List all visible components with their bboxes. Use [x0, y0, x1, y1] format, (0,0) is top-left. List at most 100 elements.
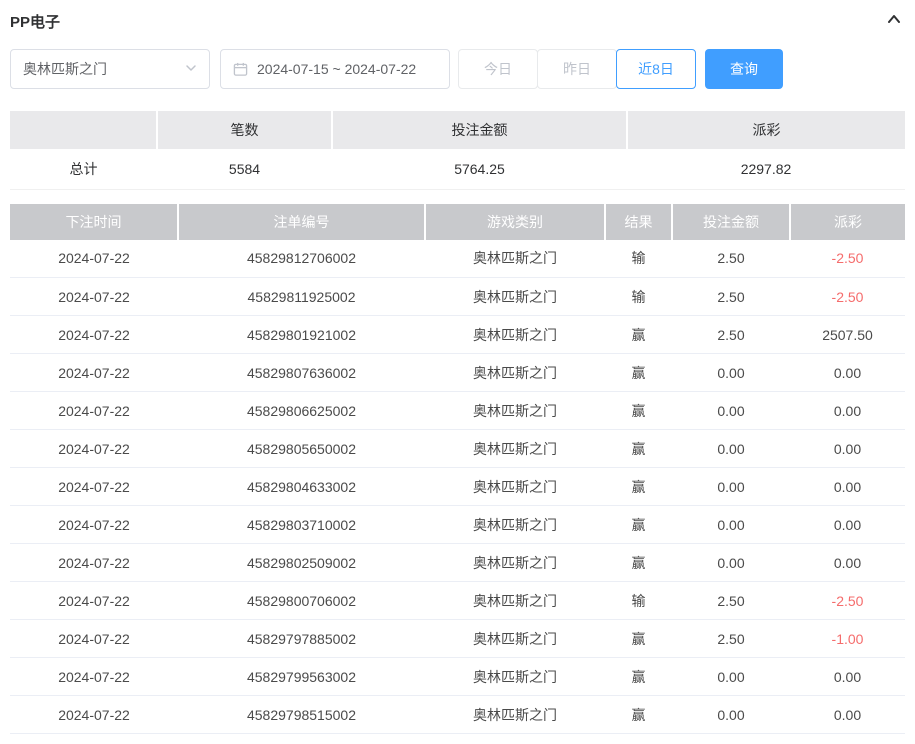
chevron-up-icon	[885, 10, 903, 33]
summary-header-empty	[10, 111, 157, 149]
summary-table: 笔数 投注金额 派彩 总计 5584 5764.25 2297.82	[10, 111, 905, 190]
table-row: 2024-07-22 45829802509002 奥林匹斯之门 赢 0.00 …	[10, 544, 905, 582]
payout-cell: 0.00	[790, 696, 905, 734]
result-cell: 赢	[605, 506, 672, 544]
bet-date-cell: 2024-07-22	[10, 468, 178, 506]
game-category-cell: 奥林匹斯之门	[425, 582, 605, 620]
summary-total-row: 总计 5584 5764.25 2297.82	[10, 149, 905, 189]
header-result: 结果	[605, 204, 672, 240]
payout-cell: 0.00	[790, 468, 905, 506]
bet-date-cell: 2024-07-22	[10, 582, 178, 620]
game-category-cell: 奥林匹斯之门	[425, 240, 605, 278]
collapse-button[interactable]	[883, 8, 905, 35]
bet-amount-cell: 2.50	[672, 582, 790, 620]
table-row: 2024-07-22 45829803710002 奥林匹斯之门 赢 0.00 …	[10, 506, 905, 544]
payout-cell: 0.00	[790, 430, 905, 468]
bet-amount-cell: 0.00	[672, 696, 790, 734]
game-category-cell: 奥林匹斯之门	[425, 544, 605, 582]
order-id-cell: 45829812706002	[178, 240, 425, 278]
header-bet-amount: 投注金额	[672, 204, 790, 240]
bet-date-cell: 2024-07-22	[10, 392, 178, 430]
table-row: 2024-07-22 45829804633002 奥林匹斯之门 赢 0.00 …	[10, 468, 905, 506]
result-cell: 赢	[605, 544, 672, 582]
result-cell: 赢	[605, 468, 672, 506]
result-cell: 赢	[605, 658, 672, 696]
game-category-cell: 奥林匹斯之门	[425, 696, 605, 734]
page-title: PP电子	[10, 11, 60, 32]
result-cell: 输	[605, 278, 672, 316]
summary-bet-amount-value: 5764.25	[332, 149, 627, 189]
result-cell: 赢	[605, 620, 672, 658]
payout-cell: 0.00	[790, 354, 905, 392]
order-id-cell: 45829807636002	[178, 354, 425, 392]
summary-header-bet-amount: 投注金额	[332, 111, 627, 149]
bet-amount-cell: 0.00	[672, 658, 790, 696]
order-id-cell: 45829804633002	[178, 468, 425, 506]
table-row: 2024-07-22 45829811925002 奥林匹斯之门 输 2.50 …	[10, 278, 905, 316]
payout-cell: -2.50	[790, 240, 905, 278]
table-row: 2024-07-22 45829812706002 奥林匹斯之门 输 2.50 …	[10, 240, 905, 278]
bet-amount-cell: 2.50	[672, 278, 790, 316]
today-button[interactable]: 今日	[458, 49, 538, 89]
bet-amount-cell: 0.00	[672, 392, 790, 430]
date-range-input[interactable]: 2024-07-15 ~ 2024-07-22	[220, 49, 450, 89]
table-row: 2024-07-22 45829800706002 奥林匹斯之门 输 2.50 …	[10, 582, 905, 620]
table-row: 2024-07-22 45829806625002 奥林匹斯之门 赢 0.00 …	[10, 392, 905, 430]
summary-header-row: 笔数 投注金额 派彩	[10, 111, 905, 149]
order-id-cell: 45829806625002	[178, 392, 425, 430]
payout-cell: -1.00	[790, 620, 905, 658]
game-category-cell: 奥林匹斯之门	[425, 316, 605, 354]
bet-date-cell: 2024-07-22	[10, 544, 178, 582]
bet-amount-cell: 0.00	[672, 354, 790, 392]
game-select[interactable]: 奥林匹斯之门	[10, 49, 210, 89]
summary-header-count: 笔数	[157, 111, 332, 149]
game-category-cell: 奥林匹斯之门	[425, 620, 605, 658]
summary-payout-value: 2297.82	[627, 149, 905, 189]
bet-date-cell: 2024-07-22	[10, 696, 178, 734]
result-cell: 赢	[605, 392, 672, 430]
payout-cell: -2.50	[790, 582, 905, 620]
order-id-cell: 45829800706002	[178, 582, 425, 620]
bet-date-cell: 2024-07-22	[10, 278, 178, 316]
summary-count-value: 5584	[157, 149, 332, 189]
bet-amount-cell: 2.50	[672, 240, 790, 278]
last-8-days-button[interactable]: 近8日	[616, 49, 696, 89]
bet-date-cell: 2024-07-22	[10, 658, 178, 696]
query-button[interactable]: 查询	[705, 49, 783, 89]
order-id-cell: 45829799563002	[178, 658, 425, 696]
bet-records-table: 下注时间 注单编号 游戏类别 结果 投注金额 派彩 2024-07-22 458…	[10, 204, 905, 735]
bet-date-cell: 2024-07-22	[10, 620, 178, 658]
header-game-category: 游戏类别	[425, 204, 605, 240]
bet-table-header-row: 下注时间 注单编号 游戏类别 结果 投注金额 派彩	[10, 204, 905, 240]
result-cell: 输	[605, 582, 672, 620]
header-order-id: 注单编号	[178, 204, 425, 240]
bet-date-cell: 2024-07-22	[10, 506, 178, 544]
table-row: 2024-07-22 45829797885002 奥林匹斯之门 赢 2.50 …	[10, 620, 905, 658]
bet-amount-cell: 0.00	[672, 544, 790, 582]
panel-header: PP电子	[10, 10, 905, 32]
yesterday-button[interactable]: 昨日	[537, 49, 617, 89]
game-category-cell: 奥林匹斯之门	[425, 354, 605, 392]
bet-amount-cell: 0.00	[672, 430, 790, 468]
bet-date-cell: 2024-07-22	[10, 354, 178, 392]
result-cell: 赢	[605, 354, 672, 392]
bet-amount-cell: 2.50	[672, 620, 790, 658]
order-id-cell: 45829801921002	[178, 316, 425, 354]
bet-date-cell: 2024-07-22	[10, 430, 178, 468]
summary-header-payout: 派彩	[627, 111, 905, 149]
bet-amount-cell: 0.00	[672, 468, 790, 506]
payout-cell: -2.50	[790, 278, 905, 316]
bet-date-cell: 2024-07-22	[10, 240, 178, 278]
calendar-icon	[233, 62, 248, 77]
order-id-cell: 45829805650002	[178, 430, 425, 468]
order-id-cell: 45829798515002	[178, 696, 425, 734]
bet-date-cell: 2024-07-22	[10, 316, 178, 354]
game-select-value: 奥林匹斯之门	[23, 59, 107, 79]
bet-table-body: 2024-07-22 45829812706002 奥林匹斯之门 输 2.50 …	[10, 240, 905, 734]
order-id-cell: 45829797885002	[178, 620, 425, 658]
result-cell: 赢	[605, 430, 672, 468]
result-cell: 赢	[605, 316, 672, 354]
payout-cell: 0.00	[790, 392, 905, 430]
quick-date-buttons: 今日 昨日 近8日	[458, 49, 696, 89]
filter-bar: 奥林匹斯之门 2024-07-15 ~ 2024-07-22 今日 昨日 近8日…	[10, 49, 905, 89]
